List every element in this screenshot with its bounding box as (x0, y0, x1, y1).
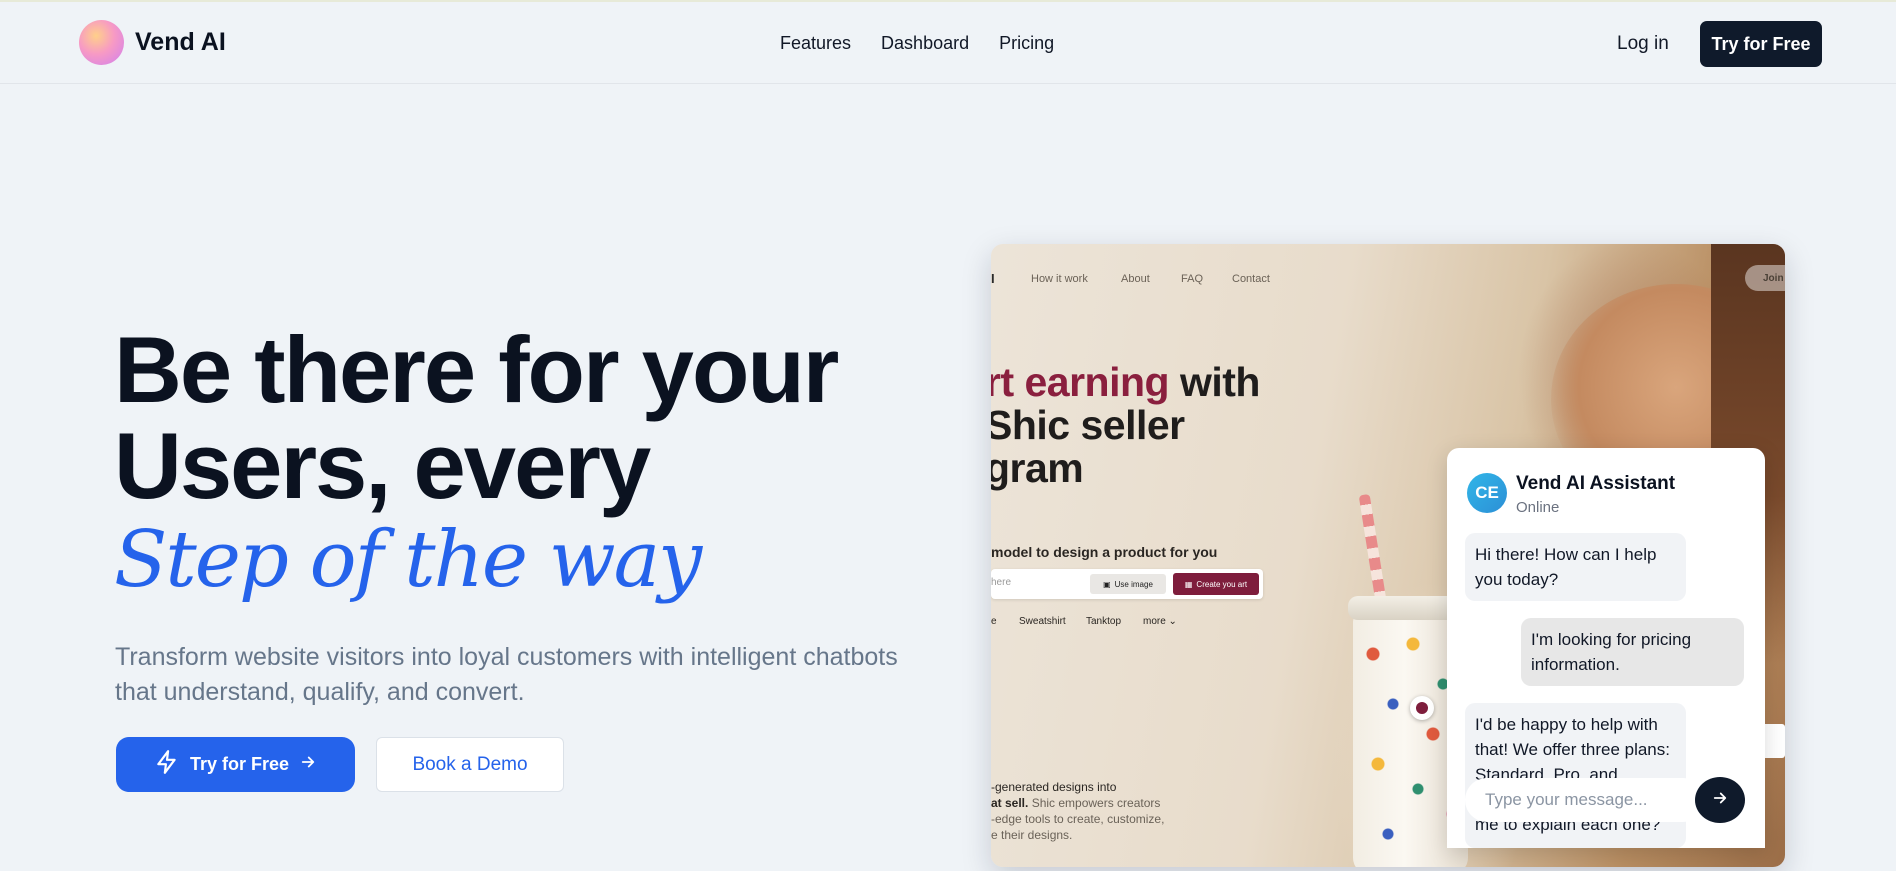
preview-use-image-button: ▣ Use image (1090, 574, 1166, 594)
brand[interactable]: Vend AI (79, 20, 226, 65)
preview-logo: I (991, 271, 995, 286)
chat-message-bot: I'd be happy to help with that! We offer… (1465, 703, 1686, 848)
preview-bottom-text-2: at sell. Shic empowers creators -edge to… (991, 795, 1181, 843)
preview-nav-faq: FAQ (1181, 273, 1204, 285)
nav-dashboard[interactable]: Dashboard (881, 33, 969, 54)
nav-pricing[interactable]: Pricing (999, 33, 1054, 54)
preview-category: e (991, 616, 997, 627)
preview-bottom-line3: -edge tools to create, customize, (991, 812, 1165, 826)
chat-message-user: I'm looking for pricing information. (1521, 618, 1744, 686)
nav-features[interactable]: Features (780, 33, 851, 54)
hero-subtitle: Transform website visitors into loyal cu… (115, 643, 898, 706)
chat-message-bot: Hi there! How can I help you today? (1465, 533, 1686, 601)
preview-input-placeholder: here (991, 577, 1012, 588)
hero-title-accent: Step of the way (114, 515, 702, 605)
chat-widget: CE Vend AI Assistant Online Hi there! Ho… (1447, 448, 1765, 848)
try-for-free-header-button[interactable]: Try for Free (1700, 21, 1822, 67)
preview-nav-about: About (1121, 273, 1150, 285)
preview-headline-line3: gram (991, 445, 1084, 491)
chat-send-button[interactable] (1695, 777, 1745, 823)
preview-headline-line2: Shic seller (991, 402, 1185, 448)
chat-title: Vend AI Assistant (1516, 473, 1676, 494)
login-link[interactable]: Log in (1617, 33, 1669, 55)
preview-prompt: model to design a product for you (991, 544, 1218, 560)
preview-use-image-label: Use image (1114, 579, 1153, 589)
preview-category: Sweatshirt (1019, 616, 1066, 627)
preview-bottom-rest: Shic empowers creators (1028, 796, 1161, 810)
preview-create-art-label: Create you art (1196, 579, 1248, 589)
preview-category: more ⌄ (1143, 616, 1177, 627)
chat-message-input[interactable]: Type your message... (1465, 778, 1705, 822)
preview-category: Tanktop (1086, 616, 1122, 627)
preview-headline-accent: rt earning (991, 359, 1170, 405)
preview-input-bar: here ▣ Use image ▦ Create you art (991, 569, 1263, 599)
preview-nav-contact: Contact (1232, 273, 1270, 285)
try-for-free-label: Try for Free (189, 754, 290, 774)
try-for-free-button[interactable]: Try for Free (116, 737, 355, 792)
chat-status: Online (1516, 499, 1560, 516)
book-a-demo-button[interactable]: Book a Demo (376, 737, 564, 792)
preview-nav-how: How it work (1031, 273, 1088, 285)
hero-title-line1: Be there for your (114, 317, 839, 422)
arrow-right-icon (1711, 789, 1729, 812)
preview-bottom-text-1: -generated designs into (991, 780, 1117, 794)
image-icon: ▣ (1103, 579, 1111, 589)
arrow-right-icon (299, 753, 317, 776)
preview-bottom-bold: at sell. (991, 796, 1029, 810)
grid-icon: ▦ (1184, 579, 1193, 589)
preview-headline-part1: with (1169, 359, 1260, 405)
site-header: Vend AI Features Dashboard Pricing Log i… (0, 2, 1896, 84)
preview-join-button: Join (1745, 265, 1785, 291)
hero-title: Be there for your Users, every (114, 322, 914, 514)
lightning-icon (154, 749, 180, 780)
logo-orb-icon (79, 20, 124, 65)
preview-bottom-line4: e their designs. (991, 828, 1073, 842)
main-nav: Features Dashboard Pricing (780, 33, 1054, 54)
preview-headline: rt earning with Shic seller gram (991, 361, 1405, 490)
preview-nav: I How it work About FAQ Contact Join (991, 265, 1785, 291)
brand-name: Vend AI (135, 28, 226, 56)
chat-avatar: CE (1467, 473, 1507, 513)
hotspot-dot-icon (1410, 696, 1434, 720)
preview-create-art-button: ▦ Create you art (1173, 573, 1259, 595)
hero-title-line2: Users, every (114, 413, 651, 518)
